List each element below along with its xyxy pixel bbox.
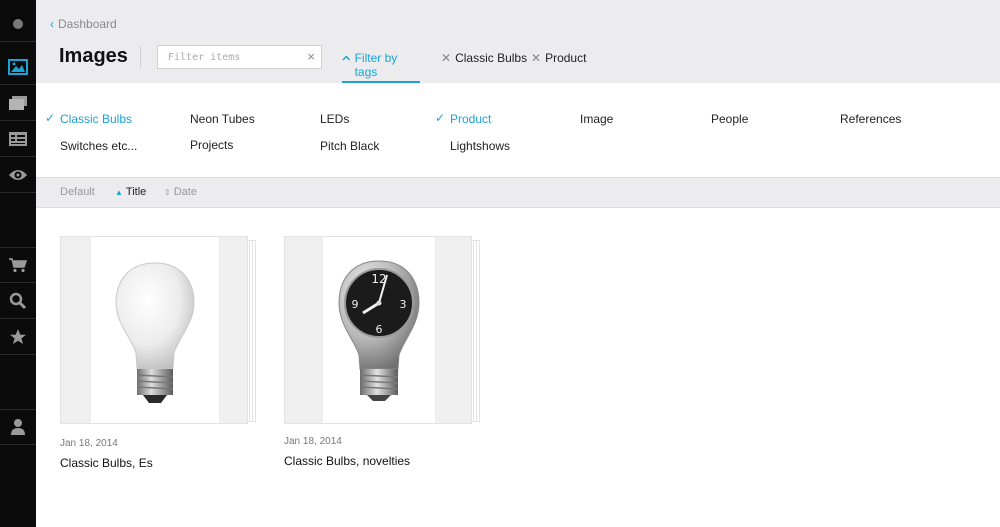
breadcrumb-dashboard[interactable]: Dashboard (58, 17, 117, 31)
page-title: Images (59, 45, 128, 67)
star-icon[interactable] (0, 319, 36, 355)
sort-title[interactable]: ▲ Title (115, 186, 146, 198)
chevron-left-icon: ‹ (50, 17, 54, 31)
sort-default[interactable]: Default (60, 186, 95, 198)
sort-label: Title (125, 186, 147, 198)
sort-label: Default (60, 186, 95, 198)
svg-text:9: 9 (352, 298, 359, 311)
eye-icon[interactable] (0, 157, 36, 193)
sort-both-icon: ⇕ (164, 187, 171, 197)
filter-by-tags-label: Filter by tags (354, 51, 398, 79)
tag-label: Neon Tubes (190, 112, 255, 126)
tag-label: Projects (190, 138, 234, 152)
card-date: Jan 18, 2014 (284, 436, 342, 447)
card-title[interactable]: Classic Bulbs, Es (60, 456, 153, 470)
card-thumbnail[interactable]: 12 3 6 9 (284, 236, 472, 424)
clock-light-bulb-image: 12 3 6 9 (338, 260, 420, 401)
card-date: Jan 18, 2014 (60, 438, 118, 449)
user-icon[interactable] (0, 409, 36, 445)
tag-pitch-black[interactable]: Pitch Black (320, 139, 379, 153)
sort-label: Date (173, 186, 197, 198)
filter-by-tags-button[interactable]: Filter by tags (342, 44, 420, 83)
svg-text:6: 6 (376, 323, 383, 336)
tag-image[interactable]: Image (580, 112, 613, 126)
filter-input[interactable] (158, 46, 298, 68)
tag-label: Image (580, 112, 614, 126)
chip-product[interactable]: ✕ Product (531, 51, 586, 65)
profile-dot-icon[interactable] (0, 6, 36, 42)
sort-asc-icon: ▲ (115, 187, 123, 197)
thumb-stack: 12 3 6 9 (284, 236, 482, 426)
check-icon: ✓ (435, 111, 446, 125)
tag-references[interactable]: References (840, 112, 901, 126)
svg-text:3: 3 (400, 298, 407, 311)
tag-label: Product (450, 112, 492, 126)
tag-projects[interactable]: Projects (190, 138, 233, 152)
sort-date[interactable]: ⇕ Date (164, 186, 197, 198)
tag-label: Classic Bulbs (60, 112, 133, 126)
check-icon: ✓ (45, 111, 56, 125)
header-divider (140, 46, 141, 68)
white-light-bulb-image (115, 262, 195, 403)
tag-people[interactable]: People (711, 112, 748, 126)
tag-panel: ✓ Classic Bulbs Neon Tubes LEDs ✓ Produc… (36, 83, 1000, 178)
cart-icon[interactable] (0, 247, 36, 283)
chip-label: Product (545, 51, 587, 65)
search-icon[interactable] (0, 283, 36, 319)
tag-product[interactable]: ✓ Product (435, 111, 492, 126)
tag-label: Pitch Black (320, 139, 380, 153)
card-title[interactable]: Classic Bulbs, novelties (284, 454, 410, 468)
sort-bar: Default ▲ Title ⇕ Date (36, 178, 1000, 208)
folders-icon[interactable] (0, 85, 36, 121)
tag-switches[interactable]: Switches etc... (60, 139, 137, 153)
tag-leds[interactable]: LEDs (320, 112, 349, 126)
list-icon[interactable] (0, 121, 36, 157)
tag-label: References (840, 112, 902, 126)
tag-neon-tubes[interactable]: Neon Tubes (190, 112, 255, 126)
filter-box: × (157, 45, 322, 69)
chip-label: Classic Bulbs (455, 51, 528, 65)
filter-clear-icon[interactable]: × (307, 50, 315, 64)
images-icon[interactable] (0, 49, 36, 85)
chip-classic-bulbs[interactable]: ✕ Classic Bulbs (441, 51, 527, 65)
tag-label: People (711, 112, 749, 126)
card-thumbnail[interactable] (60, 236, 248, 424)
tag-classic-bulbs[interactable]: ✓ Classic Bulbs (45, 111, 133, 126)
remove-chip-icon[interactable]: ✕ (531, 51, 541, 65)
tag-label: Switches etc... (60, 139, 138, 153)
breadcrumb[interactable]: ‹ Dashboard (50, 17, 117, 31)
tag-label: Lightshows (450, 139, 511, 153)
thumb-stack (60, 236, 258, 426)
sidebar (0, 0, 36, 527)
chevron-up-icon (342, 55, 351, 61)
tag-label: LEDs (320, 112, 350, 126)
tag-lightshows[interactable]: Lightshows (450, 139, 510, 153)
remove-chip-icon[interactable]: ✕ (441, 51, 451, 65)
app: ‹ Dashboard Images × Filter by tags ✕ Cl… (0, 0, 1000, 527)
header: ‹ Dashboard Images × Filter by tags ✕ Cl… (36, 0, 1000, 83)
